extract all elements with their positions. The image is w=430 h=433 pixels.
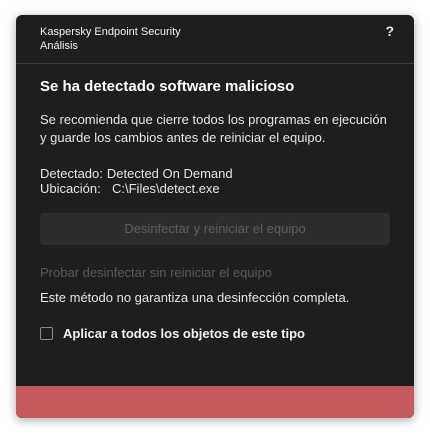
apply-all-checkbox-row[interactable]: Aplicar a todos los objetos de este tipo [40, 326, 305, 341]
dialog-footer-bar [16, 386, 414, 418]
detected-row: Detectado: Detected On Demand [40, 166, 233, 181]
app-name: Kaspersky Endpoint Security [40, 26, 181, 38]
disinfect-restart-button[interactable]: Desinfectar y reiniciar el equipo [40, 213, 390, 245]
apply-all-checkbox[interactable] [40, 327, 53, 340]
malware-alert-dialog: Kaspersky Endpoint Security Análisis ? S… [16, 15, 414, 418]
warning-text: Este método no garantiza una desinfecció… [40, 290, 350, 305]
location-value: C:\Files\detect.exe [112, 181, 220, 196]
apply-all-label[interactable]: Aplicar a todos los objetos de este tipo [63, 326, 305, 341]
page-title: Se ha detectado software malicioso [40, 78, 295, 95]
detected-label: Detectado: [40, 166, 103, 181]
disinfect-without-restart-link[interactable]: Probar desinfectar sin reiniciar el equi… [40, 265, 272, 280]
help-icon[interactable]: ? [385, 23, 394, 39]
recommendation-text: Se recomienda que cierre todos los progr… [40, 112, 387, 145]
location-row: Ubicación: C:\Files\detect.exe [40, 181, 233, 196]
header-divider [16, 63, 414, 64]
detection-info: Detectado: Detected On Demand Ubicación:… [40, 166, 233, 196]
dialog-subtitle: Análisis [40, 40, 78, 52]
detected-value: Detected On Demand [106, 166, 233, 181]
dialog-header: Kaspersky Endpoint Security Análisis [40, 25, 398, 53]
location-label: Ubicación: [40, 181, 101, 196]
